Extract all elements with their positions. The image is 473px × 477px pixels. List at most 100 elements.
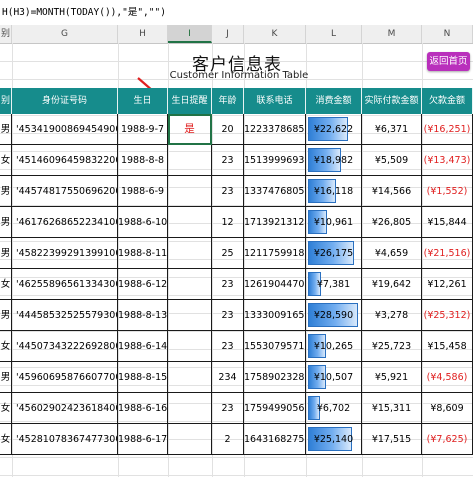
cell-birthday[interactable]: 1988-6-16: [118, 393, 168, 424]
column-header-g[interactable]: G: [12, 25, 118, 43]
cell-debt[interactable]: ¥15,844: [422, 207, 473, 238]
cell-phone[interactable]: 13330091657: [244, 300, 306, 331]
cell-age[interactable]: 23: [212, 331, 244, 362]
cell-spend[interactable]: ¥22,622: [306, 114, 362, 145]
cell-spend[interactable]: ¥16,118: [306, 176, 362, 207]
cell-id-number[interactable]: '453419008694549000: [12, 114, 118, 145]
cell-age[interactable]: 2: [212, 424, 244, 455]
column-header-n[interactable]: N: [422, 25, 473, 43]
cell-paid[interactable]: ¥3,278: [362, 300, 422, 331]
cell-birthday[interactable]: 1988-6-10: [118, 207, 168, 238]
cell-age[interactable]: 234: [212, 362, 244, 393]
cell-birthday[interactable]: 1988-9-7: [118, 114, 168, 145]
cell-debt[interactable]: (¥4,586): [422, 362, 473, 393]
cell-spend[interactable]: ¥10,265: [306, 331, 362, 362]
column-header-l[interactable]: L: [306, 25, 362, 43]
cell-age[interactable]: 23: [212, 393, 244, 424]
cell-id-number[interactable]: '456029024236184000: [12, 393, 118, 424]
cell-sex[interactable]: 女: [0, 331, 12, 362]
cell-birthday[interactable]: 1988-6-14: [118, 331, 168, 362]
cell-debt[interactable]: (¥1,552): [422, 176, 473, 207]
back-to-home-button[interactable]: 返回首页: [427, 52, 470, 71]
cell-birthday-reminder[interactable]: [168, 331, 212, 362]
cell-id-number[interactable]: '444585325255793000: [12, 300, 118, 331]
cell-spend[interactable]: ¥18,982: [306, 145, 362, 176]
cell-birthday[interactable]: 1988-6-17: [118, 424, 168, 455]
cell-birthday-reminder[interactable]: 是: [168, 114, 212, 145]
cell-age[interactable]: 12: [212, 207, 244, 238]
cell-spend[interactable]: ¥25,140: [306, 424, 362, 455]
cell-birthday[interactable]: 1988-6-9: [118, 176, 168, 207]
cell-spend[interactable]: ¥10,507: [306, 362, 362, 393]
cell-birthday[interactable]: 1988-8-15: [118, 362, 168, 393]
cell-birthday[interactable]: 1988-6-12: [118, 269, 168, 300]
column-header-f[interactable]: 别: [0, 25, 12, 43]
cell-paid[interactable]: ¥26,805: [362, 207, 422, 238]
column-header-m[interactable]: M: [362, 25, 422, 43]
cell-paid[interactable]: ¥6,371: [362, 114, 422, 145]
cell-birthday-reminder[interactable]: [168, 269, 212, 300]
cell-id-number[interactable]: '445748175506962000: [12, 176, 118, 207]
cell-birthday-reminder[interactable]: [168, 176, 212, 207]
cell-age[interactable]: 25: [212, 238, 244, 269]
cell-sex[interactable]: 男: [0, 114, 12, 145]
cell-debt[interactable]: (¥7,625): [422, 424, 473, 455]
column-header-h[interactable]: H: [118, 25, 168, 43]
cell-debt[interactable]: (¥25,312): [422, 300, 473, 331]
cell-phone[interactable]: 12233786858: [244, 114, 306, 145]
cell-id-number[interactable]: '445073432226928000: [12, 331, 118, 362]
cell-id-number[interactable]: '462558965613343000: [12, 269, 118, 300]
cell-birthday-reminder[interactable]: [168, 424, 212, 455]
cell-age[interactable]: 23: [212, 300, 244, 331]
cell-id-number[interactable]: '451460964598322000: [12, 145, 118, 176]
cell-paid[interactable]: ¥14,566: [362, 176, 422, 207]
cell-sex[interactable]: 女: [0, 145, 12, 176]
cell-phone[interactable]: 12117599181: [244, 238, 306, 269]
cell-phone[interactable]: 15530795715: [244, 331, 306, 362]
cell-birthday[interactable]: 1988-8-11: [118, 238, 168, 269]
formula-bar[interactable]: H(H3)=MONTH(TODAY()),"是",""): [0, 0, 473, 26]
column-header-i[interactable]: I: [168, 25, 212, 43]
cell-paid[interactable]: ¥15,311: [362, 393, 422, 424]
cell-debt[interactable]: ¥8,609: [422, 393, 473, 424]
cell-id-number[interactable]: '459606958766077000: [12, 362, 118, 393]
cell-paid[interactable]: ¥5,509: [362, 145, 422, 176]
cell-id-number[interactable]: '461762686522341000: [12, 207, 118, 238]
cell-id-number[interactable]: '452810783674773000: [12, 424, 118, 455]
cell-sex[interactable]: 女: [0, 393, 12, 424]
cell-birthday[interactable]: 1988-8-13: [118, 300, 168, 331]
cell-debt[interactable]: ¥15,458: [422, 331, 473, 362]
cell-debt[interactable]: (¥21,516): [422, 238, 473, 269]
cell-sex[interactable]: 男: [0, 207, 12, 238]
cell-debt[interactable]: ¥12,261: [422, 269, 473, 300]
cell-birthday-reminder[interactable]: [168, 300, 212, 331]
cell-spend[interactable]: ¥26,175: [306, 238, 362, 269]
cell-sex[interactable]: 男: [0, 300, 12, 331]
cell-id-number[interactable]: '458223992913991000: [12, 238, 118, 269]
cell-spend[interactable]: ¥6,702: [306, 393, 362, 424]
cell-phone[interactable]: 13374768057: [244, 176, 306, 207]
cell-age[interactable]: 20: [212, 114, 244, 145]
cell-birthday-reminder[interactable]: [168, 238, 212, 269]
cell-phone[interactable]: 17594990565: [244, 393, 306, 424]
cell-sex[interactable]: 男: [0, 238, 12, 269]
cell-debt[interactable]: (¥13,473): [422, 145, 473, 176]
cell-paid[interactable]: ¥17,515: [362, 424, 422, 455]
cell-debt[interactable]: (¥16,251): [422, 114, 473, 145]
cell-sex[interactable]: 女: [0, 269, 12, 300]
cell-paid[interactable]: ¥5,921: [362, 362, 422, 393]
cell-sex[interactable]: 男: [0, 176, 12, 207]
cell-birthday-reminder[interactable]: [168, 393, 212, 424]
formula-text[interactable]: H(H3)=MONTH(TODAY()),"是",""): [0, 7, 166, 18]
cell-birthday-reminder[interactable]: [168, 207, 212, 238]
cell-birthday-reminder[interactable]: [168, 362, 212, 393]
cell-spend[interactable]: ¥7,381: [306, 269, 362, 300]
cell-sex[interactable]: 女: [0, 424, 12, 455]
cell-age[interactable]: 23: [212, 269, 244, 300]
cell-birthday-reminder[interactable]: [168, 145, 212, 176]
cell-phone[interactable]: 17139213122: [244, 207, 306, 238]
cell-phone[interactable]: 15139996934: [244, 145, 306, 176]
cell-paid[interactable]: ¥19,642: [362, 269, 422, 300]
cell-spend[interactable]: ¥28,590: [306, 300, 362, 331]
cell-phone[interactable]: 12619044702: [244, 269, 306, 300]
